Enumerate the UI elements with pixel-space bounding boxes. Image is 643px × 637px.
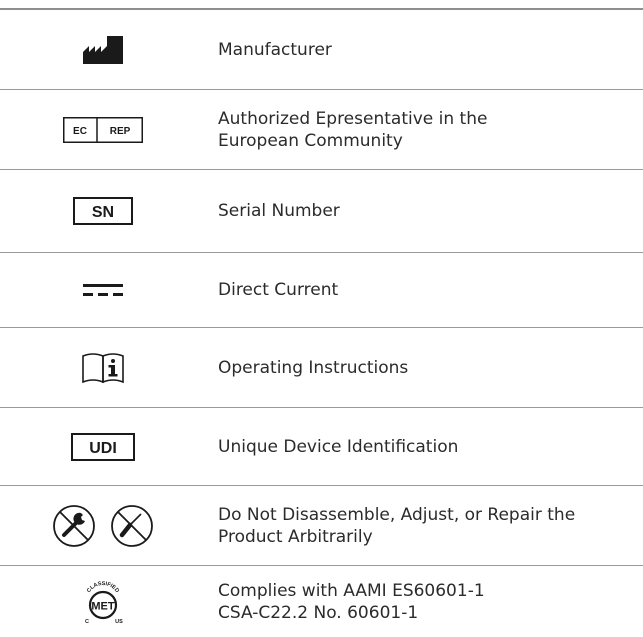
- symbol-description: Authorized Epresentative in the European…: [205, 108, 643, 152]
- symbol-cell: EC REP: [0, 90, 205, 169]
- udi-icon: UDI: [70, 432, 135, 461]
- symbol-row-manufacturer: Manufacturer: [0, 10, 643, 90]
- ec-text: EC: [73, 126, 87, 137]
- symbol-row-serial-number: SN Serial Number: [0, 170, 643, 253]
- met-classified-icon: CLASSIFIED MET C US: [85, 580, 123, 625]
- symbol-description: Complies with AAMI ES60601-1 CSA-C22.2 N…: [205, 580, 643, 624]
- description-line: Unique Device Identification: [218, 436, 459, 457]
- sn-text: SN: [91, 204, 113, 221]
- symbol-cell: CLASSIFIED MET C US: [0, 566, 205, 637]
- description-line: Product Arbitrarily: [218, 526, 373, 547]
- description-line: CSA-C22.2 No. 60601-1: [218, 602, 419, 623]
- c-text: C: [85, 619, 89, 625]
- manufacturer-icon: [82, 35, 123, 64]
- symbol-cell: [0, 253, 205, 327]
- udi-text: UDI: [89, 440, 117, 457]
- symbol-cell: UDI: [0, 408, 205, 485]
- direct-current-icon: [82, 284, 123, 296]
- description-line: Do Not Disassemble, Adjust, or Repair th…: [218, 504, 576, 525]
- symbol-cell: SN: [0, 170, 205, 252]
- description-line: Manufacturer: [218, 39, 332, 60]
- description-line: Authorized Epresentative in the: [218, 108, 488, 129]
- description-line: Operating Instructions: [218, 357, 409, 378]
- symbol-description: Manufacturer: [205, 39, 643, 61]
- serial-number-icon: SN: [72, 197, 133, 225]
- description-line: Direct Current: [218, 280, 339, 300]
- do-not-disassemble-icon: [52, 504, 153, 547]
- symbol-row-udi: UDI Unique Device Identification: [0, 408, 643, 486]
- symbol-row-ec-rep: EC REP Authorized Epresentative in the E…: [0, 90, 643, 170]
- symbol-description: Do Not Disassemble, Adjust, or Repair th…: [205, 504, 643, 548]
- symbol-description: Operating Instructions: [205, 357, 643, 379]
- symbol-row-direct-current: Direct Current: [0, 253, 643, 328]
- us-text: US: [115, 619, 123, 625]
- no-screwdriver-icon: [110, 504, 153, 547]
- symbol-description: Unique Device Identification: [205, 436, 643, 458]
- symbol-row-met-classified: CLASSIFIED MET C US Complies with AAMI E…: [0, 566, 643, 637]
- symbol-description: Serial Number: [205, 200, 643, 222]
- ec-rep-icon: EC REP: [62, 116, 143, 143]
- met-text: MET: [91, 600, 115, 612]
- symbol-cell: [0, 10, 205, 89]
- operating-instructions-icon: [81, 352, 124, 383]
- symbol-description: Direct Current: [205, 279, 643, 301]
- symbol-row-operating-instructions: Operating Instructions: [0, 328, 643, 408]
- rep-text: REP: [109, 126, 130, 137]
- symbol-cell: [0, 486, 205, 565]
- symbol-cell: [0, 328, 205, 407]
- description-line: European Community: [218, 130, 403, 151]
- symbol-row-do-not-disassemble: Do Not Disassemble, Adjust, or Repair th…: [0, 486, 643, 566]
- description-line: Serial Number: [218, 201, 340, 221]
- description-line: Complies with AAMI ES60601-1: [218, 580, 485, 601]
- no-wrench-icon: [52, 504, 95, 547]
